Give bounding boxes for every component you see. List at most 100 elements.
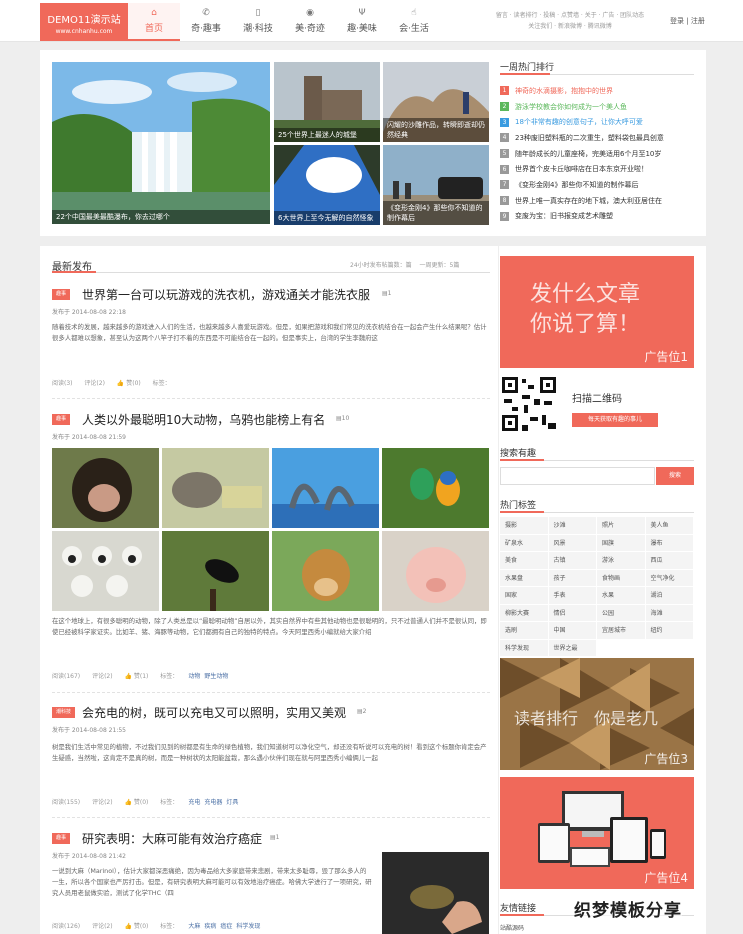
ranking-item[interactable]: 9 变废为宝：旧书报变成艺术雕塑 [500, 209, 694, 225]
ranking-item[interactable]: 3 18个非常有趣的创意句子，让你大呼可爱 [500, 114, 694, 130]
hot-tag[interactable]: 柳影大赛 [500, 604, 549, 622]
hot-tag[interactable]: 空气净化 [645, 569, 694, 587]
article-tag-link[interactable]: 科学发现 [236, 923, 260, 930]
article-title[interactable]: 人类以外最聪明10大动物，乌鸦也能榜上有名 [82, 411, 325, 428]
rank-text[interactable]: 世界上唯一真实存在的地下城，澳大利亚居住在 [515, 196, 662, 206]
article-title[interactable]: 世界第一台可以玩游戏的洗衣机，游戏通关才能洗衣服 [82, 286, 370, 303]
comment-count[interactable]: 评论(2) [84, 380, 105, 387]
nav-item-keji[interactable]: ▯ 潮·科技 [232, 3, 284, 41]
feature-nature[interactable]: 6大世界上至今无解的自然怪象 [274, 145, 380, 225]
rank-text[interactable]: 23种废旧塑料瓶的二次重生，塑料袋包最具创意 [515, 133, 664, 143]
ranking-item[interactable]: 4 23种废旧塑料瓶的二次重生，塑料袋包最具创意 [500, 130, 694, 146]
feature-sand[interactable]: 闪耀的沙雕作品，转瞬即逝却仍然经典 [383, 62, 489, 142]
rank-text[interactable]: 变废为宝：旧书报变成艺术雕塑 [515, 211, 613, 221]
chimpanzee-image[interactable] [52, 448, 159, 528]
article-title[interactable]: 研究表明：大麻可能有效治疗癌症 [82, 830, 262, 847]
feature-caption[interactable]: 闪耀的沙雕作品，转瞬即逝却仍然经典 [383, 118, 489, 142]
like-button[interactable]: 👍 赞(0) [124, 923, 148, 930]
dog-image[interactable] [272, 531, 379, 611]
hot-tag[interactable]: 沙滩 [548, 517, 597, 535]
feature-caption[interactable]: 25个世界上最迷人的城堡 [274, 128, 380, 142]
hot-tag[interactable]: 世界之最 [548, 639, 597, 657]
ranking-item[interactable]: 2 游泳学校教会你如何成为一个美人鱼 [500, 99, 694, 115]
hot-tag[interactable]: 美食 [500, 552, 549, 570]
article-tag[interactable]: 趣事 [52, 414, 71, 425]
ranking-item[interactable]: 7 《变形金刚4》那些你不知道的制作幕后 [500, 177, 694, 193]
hot-tag[interactable]: 宜居城市 [597, 622, 646, 640]
hot-tag[interactable]: 美人鱼 [645, 517, 694, 535]
nav-item-shenghuo[interactable]: ☝ 会·生活 [388, 3, 440, 41]
feature-big-image[interactable]: 22个中国最美最酷瀑布，你去过哪个 [52, 62, 270, 224]
article-tag-link[interactable]: 动物 [188, 673, 200, 680]
hot-tag[interactable]: 湖泊 [645, 587, 694, 605]
article-tag[interactable]: 潮科技 [52, 707, 76, 718]
ad-slot-4[interactable]: 广告位4 [500, 777, 694, 889]
article-title[interactable]: 会充电的树，既可以充电又可以照明，实用又美观 [82, 704, 346, 721]
qr-subscribe-button[interactable]: 每天获取有趣的事儿 [572, 413, 658, 427]
comment-count[interactable]: 评论(2) [92, 799, 113, 806]
feature-castle[interactable]: 25个世界上最迷人的城堡 [274, 62, 380, 142]
ad-slot-3[interactable]: 读者排行 你是老几 广告位3 [500, 658, 694, 770]
feature-caption[interactable]: 《变形金刚4》那些你不知道的制作幕后 [383, 201, 489, 225]
nav-item-qushi[interactable]: ✆ 奇·趣事 [180, 3, 232, 41]
article-tag-link[interactable]: 充电 [188, 799, 200, 806]
article-tag-link[interactable]: 充电器 [204, 799, 222, 806]
hot-tag[interactable]: 水果盘 [500, 569, 549, 587]
article-tag-link[interactable]: 灯具 [226, 799, 238, 806]
friend-link[interactable]: 站酷源码 [500, 923, 524, 932]
top-links-row-2[interactable]: 关注我们 · 新浪微博 · 腾讯微博 [480, 21, 660, 32]
top-links[interactable]: 留言 · 读者排行 · 投稿 · 点赞墙 · 关于 · 广告 · 团队动态 关注… [480, 10, 660, 32]
top-links-row-1[interactable]: 留言 · 读者排行 · 投稿 · 点赞墙 · 关于 · 广告 · 团队动态 [480, 10, 660, 21]
article-tag[interactable]: 趣事 [52, 289, 71, 300]
search-input[interactable] [500, 467, 655, 485]
ranking-item[interactable]: 1 神奇的水滴摄影，抱抱中的世界 [500, 83, 694, 99]
hot-tag[interactable]: 选刷 [500, 622, 549, 640]
cannabis-image[interactable] [382, 852, 489, 934]
rank-text[interactable]: 游泳学校教会你如何成为一个美人鱼 [515, 102, 627, 112]
pig-image[interactable] [382, 531, 489, 611]
rank-text[interactable]: 随年龄成长的儿童座椅，完美适用6个月至10岁 [515, 149, 661, 159]
hot-tag[interactable]: 游泳 [597, 552, 646, 570]
rank-text[interactable]: 世界首个皮卡丘咖啡店在日本东京开业啦！ [515, 164, 648, 174]
sheep-image[interactable] [52, 531, 159, 611]
dolphin-image[interactable] [272, 448, 379, 528]
rank-text[interactable]: 神奇的水滴摄影，抱抱中的世界 [515, 86, 613, 96]
login-link[interactable]: 登录 [670, 17, 684, 25]
hot-tag[interactable]: 西瓜 [645, 552, 694, 570]
parrot-image[interactable] [382, 448, 489, 528]
ranking-item[interactable]: 5 随年龄成长的儿童座椅，完美适用6个月至10岁 [500, 146, 694, 162]
article-tag-link[interactable]: 疾病 [204, 923, 216, 930]
hot-tag[interactable]: 摄影 [500, 517, 549, 535]
hot-tag[interactable]: 食物画 [597, 569, 646, 587]
nav-item-home[interactable]: ⌂ 首页 [128, 3, 180, 41]
hot-tag[interactable]: 水果 [597, 587, 646, 605]
ad-slot-1[interactable]: 发什么文章 你说了算！ 广告位1 [500, 256, 694, 368]
like-button[interactable]: 👍 赞(0) [124, 799, 148, 806]
feature-caption[interactable]: 6大世界上至今无解的自然怪象 [274, 211, 380, 225]
hot-tag[interactable]: 科学发现 [500, 639, 549, 657]
ranking-item[interactable]: 8 世界上唯一真实存在的地下城，澳大利亚居住在 [500, 193, 694, 209]
crow-image[interactable] [162, 531, 269, 611]
hot-tag[interactable]: 矿泉水 [500, 534, 549, 552]
feature-transformers[interactable]: 《变形金刚4》那些你不知道的制作幕后 [383, 145, 489, 225]
register-link[interactable]: 注册 [691, 17, 705, 25]
hot-tag[interactable]: 古镇 [548, 552, 597, 570]
hot-tag[interactable]: 风景 [548, 534, 597, 552]
article-tag-link[interactable]: 大麻 [188, 923, 200, 930]
like-button[interactable]: 👍 赞(0) [117, 380, 141, 387]
ranking-item[interactable]: 6 世界首个皮卡丘咖啡店在日本东京开业啦！ [500, 161, 694, 177]
hot-tag[interactable]: 手表 [548, 587, 597, 605]
hot-tag[interactable]: 照片 [597, 517, 646, 535]
comment-count[interactable]: 评论(2) [92, 673, 113, 680]
hot-tag[interactable]: 孩子 [548, 569, 597, 587]
hot-tag[interactable]: 情侣 [548, 604, 597, 622]
site-logo[interactable]: DEMO11演示站 www.cnhanhu.com [40, 3, 128, 41]
comment-count[interactable]: 评论(2) [92, 923, 113, 930]
hot-tag[interactable]: 中国 [548, 622, 597, 640]
hot-tag[interactable]: 海滩 [645, 604, 694, 622]
elephant-image[interactable] [162, 448, 269, 528]
nav-item-qiji[interactable]: ◉ 美·奇迹 [284, 3, 336, 41]
article-tag[interactable]: 趣事 [52, 833, 71, 844]
article-tag-link[interactable]: 癌症 [220, 923, 232, 930]
hot-tag[interactable]: 瀑布 [645, 534, 694, 552]
